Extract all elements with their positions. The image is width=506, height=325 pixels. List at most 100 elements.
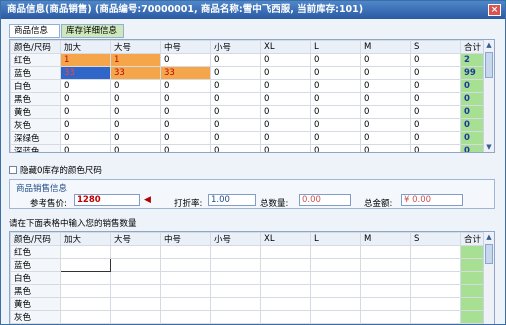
table-cell[interactable]: 33 [110,66,161,80]
table-cell[interactable]: 0 [410,92,461,106]
table-row[interactable]: 灰色 0 0 0 0 0 0 0 0 0 [10,118,486,132]
table-cell[interactable]: 0 [260,66,311,80]
table-row[interactable]: 黑色 [10,284,486,298]
quantity-cell[interactable] [110,258,161,272]
hide-zero-option[interactable]: 隐藏0库存的颜色尺码 [9,165,102,177]
quantity-cell[interactable] [410,310,461,324]
table-cell[interactable]: 33 [160,66,211,80]
table-cell[interactable]: 33 [60,66,111,80]
table-row[interactable]: 蓝色 33 33 33 0 0 0 0 0 99 [10,66,486,80]
quantity-cell[interactable] [260,310,311,324]
table-cell[interactable]: 0 [210,53,261,67]
table-cell[interactable]: 0 [110,131,161,145]
table-cell[interactable]: 0 [160,53,211,67]
quantity-cell[interactable] [60,258,111,272]
table-cell[interactable]: 0 [160,118,211,132]
quantity-cell[interactable] [310,284,361,298]
table-cell[interactable]: 0 [360,66,411,80]
close-icon[interactable]: × [488,4,501,16]
table-cell[interactable]: 0 [260,79,311,93]
table-row[interactable]: 白色 0 0 0 0 0 0 0 0 0 [10,79,486,93]
quantity-cell[interactable] [260,284,311,298]
quantity-cell[interactable] [60,245,111,259]
table-cell[interactable]: 0 [310,131,361,145]
stock-grid-scrollbar[interactable]: ▲ ▼ [483,40,494,152]
quantity-cell[interactable] [210,245,261,259]
quantity-cell[interactable] [310,258,361,272]
quantity-cell[interactable] [210,258,261,272]
table-cell[interactable]: 0 [410,79,461,93]
table-row[interactable]: 红色 1 1 0 0 0 0 0 0 2 [10,53,486,67]
table-cell[interactable]: 0 [260,118,311,132]
table-cell[interactable]: 0 [60,79,111,93]
table-cell[interactable]: 0 [60,144,111,152]
table-cell[interactable]: 0 [260,105,311,119]
quantity-cell[interactable] [210,310,261,324]
quantity-cell[interactable] [260,271,311,285]
table-cell[interactable]: 0 [360,118,411,132]
table-row[interactable]: 深绿色 0 0 0 0 0 0 0 0 0 [10,131,486,145]
quantity-cell[interactable] [110,310,161,324]
quantity-cell[interactable] [360,258,411,272]
table-cell[interactable]: 0 [60,118,111,132]
table-cell[interactable]: 0 [260,92,311,106]
quantity-cell[interactable] [260,245,311,259]
quantity-cell[interactable] [310,310,361,324]
table-cell[interactable]: 0 [260,53,311,67]
table-cell[interactable]: 0 [310,92,361,106]
quantity-cell[interactable] [110,245,161,259]
quantity-cell[interactable] [160,284,211,298]
table-row[interactable]: 白色 [10,271,486,285]
quantity-cell[interactable] [260,258,311,272]
table-cell[interactable]: 0 [410,53,461,67]
table-cell[interactable]: 0 [360,79,411,93]
table-cell[interactable]: 0 [310,118,361,132]
quantity-cell[interactable] [360,245,411,259]
scroll-thumb[interactable] [485,244,493,264]
table-cell[interactable]: 0 [160,79,211,93]
table-cell[interactable]: 0 [260,144,311,152]
quantity-cell[interactable] [160,258,211,272]
quantity-cell[interactable] [160,245,211,259]
table-cell[interactable]: 0 [360,105,411,119]
table-row[interactable]: 灰色 [10,310,486,324]
table-row[interactable]: 深蓝色 0 0 0 0 0 0 0 0 0 [10,144,486,152]
scroll-up-icon[interactable]: ▲ [484,232,494,242]
quantity-cell[interactable] [160,271,211,285]
table-cell[interactable]: 0 [110,79,161,93]
scroll-thumb[interactable] [485,52,493,78]
sales-grid-scrollbar[interactable]: ▲ [483,232,494,324]
table-cell[interactable]: 0 [160,144,211,152]
table-row[interactable]: 蓝色 [10,258,486,272]
table-cell[interactable]: 0 [410,131,461,145]
quantity-cell[interactable] [110,271,161,285]
table-cell[interactable]: 0 [360,92,411,106]
table-cell[interactable]: 0 [210,131,261,145]
table-row[interactable]: 红色 [10,245,486,259]
table-cell[interactable]: 0 [110,92,161,106]
table-cell[interactable]: 0 [310,144,361,152]
table-cell[interactable]: 0 [210,105,261,119]
table-cell[interactable]: 0 [310,79,361,93]
quantity-cell[interactable] [210,271,261,285]
table-cell[interactable]: 0 [310,105,361,119]
quantity-cell[interactable] [310,271,361,285]
quantity-cell[interactable] [360,284,411,298]
table-cell[interactable]: 0 [160,105,211,119]
quantity-cell[interactable] [360,271,411,285]
scroll-down-icon[interactable]: ▼ [484,142,494,152]
table-cell[interactable]: 0 [110,118,161,132]
table-cell[interactable]: 0 [410,118,461,132]
price-field[interactable]: 1280 [74,194,140,206]
table-cell[interactable]: 0 [110,105,161,119]
table-cell[interactable]: 0 [360,53,411,67]
quantity-cell[interactable] [60,284,111,298]
table-cell[interactable]: 0 [360,131,411,145]
table-cell[interactable]: 0 [260,131,311,145]
table-cell[interactable]: 0 [60,131,111,145]
quantity-cell[interactable] [60,310,111,324]
table-row[interactable]: 黄色 0 0 0 0 0 0 0 0 0 [10,105,486,119]
table-cell[interactable]: 0 [410,144,461,152]
hide-zero-checkbox[interactable] [9,166,17,174]
quantity-cell[interactable] [210,297,261,311]
